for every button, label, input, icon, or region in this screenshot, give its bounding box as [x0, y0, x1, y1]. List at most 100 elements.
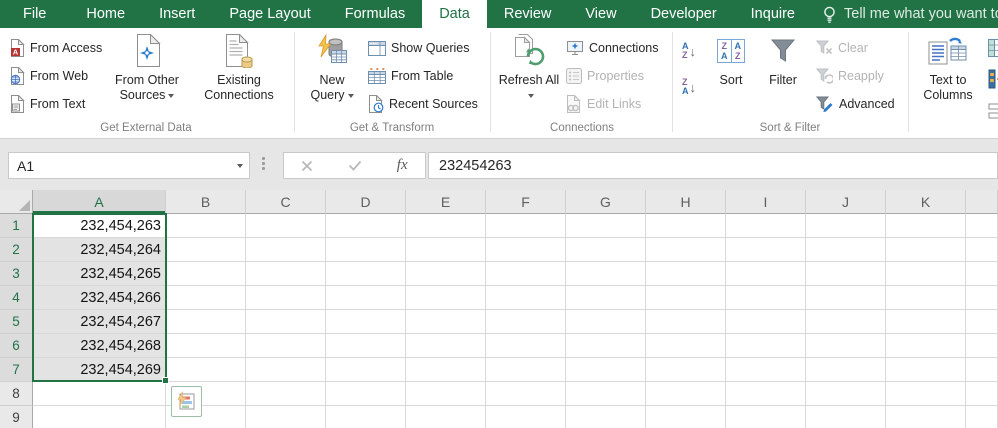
cell-K9[interactable] [886, 406, 966, 428]
cell-E3[interactable] [406, 262, 486, 286]
cell-J1[interactable] [806, 214, 886, 238]
from-access-button[interactable]: A From Access [6, 35, 106, 61]
cell-C3[interactable] [246, 262, 326, 286]
clear-filter-button[interactable]: Clear [812, 35, 872, 61]
cell-F3[interactable] [486, 262, 566, 286]
cell-partial-2[interactable] [966, 238, 998, 262]
row-header-5[interactable]: 5 [0, 310, 33, 334]
cell-A5[interactable]: 232,454,267 [33, 310, 166, 334]
tab-view[interactable]: View [568, 0, 633, 28]
cell-A7[interactable]: 232,454,269 [33, 358, 166, 382]
from-text-button[interactable]: From Text [6, 91, 89, 117]
cell-G2[interactable] [566, 238, 646, 262]
new-query-button[interactable]: New Query [302, 33, 362, 103]
recent-sources-button[interactable]: Recent Sources [364, 91, 482, 117]
cell-K3[interactable] [886, 262, 966, 286]
column-header-D[interactable]: D [326, 190, 406, 214]
cell-I6[interactable] [726, 334, 806, 358]
cell-F9[interactable] [486, 406, 566, 428]
cell-B2[interactable] [166, 238, 246, 262]
tab-home[interactable]: Home [69, 0, 142, 28]
sort-button[interactable]: ZAAZ Sort [708, 33, 754, 88]
cell-A1[interactable]: 232,454,263 [33, 214, 166, 238]
cell-F5[interactable] [486, 310, 566, 334]
cell-E8[interactable] [406, 382, 486, 406]
cell-K4[interactable] [886, 286, 966, 310]
column-header-F[interactable]: F [486, 190, 566, 214]
cell-D7[interactable] [326, 358, 406, 382]
column-header-K[interactable]: K [886, 190, 966, 214]
column-header-G[interactable]: G [566, 190, 646, 214]
cell-A8[interactable] [33, 382, 166, 406]
cell-partial-6[interactable] [966, 334, 998, 358]
tab-formulas[interactable]: Formulas [328, 0, 422, 28]
cell-H9[interactable] [646, 406, 726, 428]
cell-K7[interactable] [886, 358, 966, 382]
cell-D4[interactable] [326, 286, 406, 310]
cell-partial-9[interactable] [966, 406, 998, 428]
cell-partial-5[interactable] [966, 310, 998, 334]
column-header-H[interactable]: H [646, 190, 726, 214]
cell-E5[interactable] [406, 310, 486, 334]
cell-F4[interactable] [486, 286, 566, 310]
cell-K2[interactable] [886, 238, 966, 262]
cell-J7[interactable] [806, 358, 886, 382]
tab-review[interactable]: Review [487, 0, 569, 28]
show-queries-button[interactable]: Show Queries [364, 35, 474, 61]
column-header-B[interactable]: B [166, 190, 246, 214]
cell-D8[interactable] [326, 382, 406, 406]
cell-E4[interactable] [406, 286, 486, 310]
cell-C9[interactable] [246, 406, 326, 428]
row-header-9[interactable]: 9 [0, 406, 33, 428]
cell-H1[interactable] [646, 214, 726, 238]
tab-developer[interactable]: Developer [634, 0, 734, 28]
cell-G9[interactable] [566, 406, 646, 428]
data-validation-icon[interactable] [984, 98, 998, 124]
cell-H6[interactable] [646, 334, 726, 358]
cell-J8[interactable] [806, 382, 886, 406]
cell-G3[interactable] [566, 262, 646, 286]
cell-A9[interactable] [33, 406, 166, 428]
cell-J5[interactable] [806, 310, 886, 334]
column-header-J[interactable]: J [806, 190, 886, 214]
tab-insert[interactable]: Insert [142, 0, 212, 28]
remove-duplicates-icon[interactable] [984, 66, 998, 92]
name-box[interactable]: A1 [8, 152, 250, 179]
insert-function-button[interactable]: fx [397, 157, 408, 174]
column-header-E[interactable]: E [406, 190, 486, 214]
row-header-8[interactable]: 8 [0, 382, 33, 406]
cell-E1[interactable] [406, 214, 486, 238]
cell-I1[interactable] [726, 214, 806, 238]
cell-I8[interactable] [726, 382, 806, 406]
cell-F6[interactable] [486, 334, 566, 358]
enter-button[interactable] [348, 160, 362, 171]
cell-F7[interactable] [486, 358, 566, 382]
cell-J9[interactable] [806, 406, 886, 428]
cell-E9[interactable] [406, 406, 486, 428]
cell-C1[interactable] [246, 214, 326, 238]
cell-H5[interactable] [646, 310, 726, 334]
cell-G7[interactable] [566, 358, 646, 382]
cell-E2[interactable] [406, 238, 486, 262]
tab-file[interactable]: File [0, 0, 69, 28]
cell-B4[interactable] [166, 286, 246, 310]
cell-F2[interactable] [486, 238, 566, 262]
cell-C2[interactable] [246, 238, 326, 262]
advanced-filter-button[interactable]: Advanced [812, 91, 899, 117]
formula-bar-input[interactable]: 232454263 [428, 152, 998, 179]
from-web-button[interactable]: From Web [6, 63, 92, 89]
cell-H2[interactable] [646, 238, 726, 262]
cell-J3[interactable] [806, 262, 886, 286]
cell-H7[interactable] [646, 358, 726, 382]
cell-G5[interactable] [566, 310, 646, 334]
cell-C8[interactable] [246, 382, 326, 406]
cell-G4[interactable] [566, 286, 646, 310]
cell-A6[interactable]: 232,454,268 [33, 334, 166, 358]
cell-A4[interactable]: 232,454,266 [33, 286, 166, 310]
tab-inquire[interactable]: Inquire [734, 0, 812, 28]
cell-B3[interactable] [166, 262, 246, 286]
cell-K5[interactable] [886, 310, 966, 334]
cell-D6[interactable] [326, 334, 406, 358]
refresh-all-button[interactable]: Refresh All [498, 33, 560, 103]
filter-button[interactable]: Filter [760, 33, 806, 88]
